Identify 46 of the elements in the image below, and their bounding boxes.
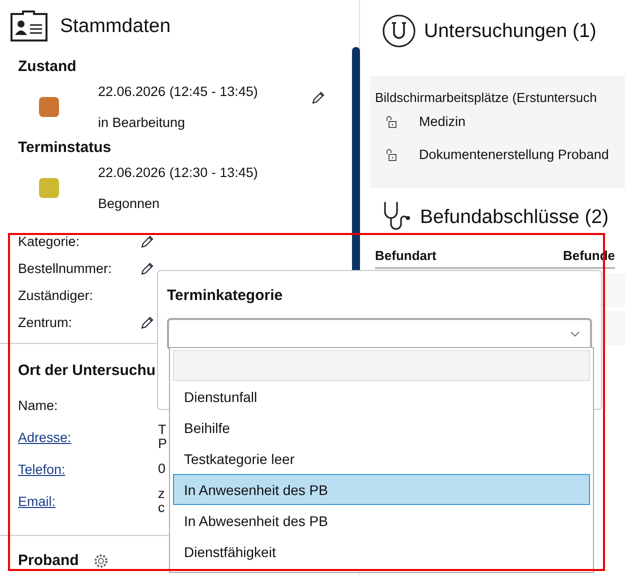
panel-title: Befundabschlüsse (2) <box>420 206 609 228</box>
date-range: 22.06.2026 (12:30 - 13:45) <box>98 165 259 180</box>
section-heading: Zustand <box>18 58 78 75</box>
dropdown-option[interactable]: In Anwesenheit des PB <box>173 474 590 505</box>
id-card-icon <box>10 10 48 42</box>
field-value: z <box>158 487 165 501</box>
field-value: c <box>158 501 165 515</box>
gear-icon[interactable] <box>92 552 109 568</box>
date-range: 22.06.2026 (12:45 - 13:45) <box>98 84 259 99</box>
dropdown-option[interactable]: Beihilfe <box>173 412 590 443</box>
pencil-icon[interactable] <box>140 234 154 248</box>
field-label: Kategorie: <box>18 234 81 249</box>
dropdown-option[interactable]: Testkategorie leer <box>173 443 590 474</box>
padlock-icon <box>385 114 399 128</box>
panel-title: Stammdaten <box>60 14 171 38</box>
dropdown-option[interactable]: Dienstfähigkeit <box>173 536 590 567</box>
pencil-icon[interactable] <box>140 262 154 276</box>
exam-group-title: Bildschirmarbeitsplätze (Erstuntersuch <box>375 90 598 105</box>
search-field[interactable] <box>173 350 590 381</box>
field-link[interactable]: Adresse: <box>18 430 158 444</box>
field-link[interactable]: Telefon: <box>18 462 158 476</box>
field-value: 0 <box>158 462 166 476</box>
panel-title: Untersuchungen (1) <box>424 20 596 42</box>
dialog-title: Terminkategorie <box>167 287 284 304</box>
column-header: Befundart <box>375 248 436 263</box>
field-label: Bestellnummer: <box>18 261 113 276</box>
field-label: Zentrum: <box>18 315 74 330</box>
circled-u-icon <box>382 14 416 48</box>
dropdown-option[interactable]: Dienstunfall <box>173 381 590 412</box>
pencil-icon[interactable] <box>311 91 325 105</box>
status-text: Begonnen <box>98 196 161 211</box>
field-value: P <box>158 437 168 451</box>
exam-item[interactable]: Dokumentenerstellung Proband <box>419 147 609 162</box>
field-label: Name: <box>18 398 59 412</box>
chevron-down-icon <box>570 331 580 337</box>
dropdown-option[interactable]: In Abwesenheit des PB <box>173 505 590 536</box>
field-value: T <box>158 423 168 437</box>
field-label: Zuständiger: <box>18 288 94 303</box>
section-heading: Proband <box>18 552 79 569</box>
field-link[interactable]: Email: <box>18 494 158 508</box>
status-text: in Bearbeitung <box>98 115 186 130</box>
section-heading: Terminstatus <box>18 139 112 156</box>
pencil-icon[interactable] <box>140 316 154 330</box>
section-heading: Ort der Untersuchu <box>18 362 157 379</box>
exam-item[interactable]: Medizin <box>419 114 466 129</box>
padlock-icon <box>385 148 399 162</box>
